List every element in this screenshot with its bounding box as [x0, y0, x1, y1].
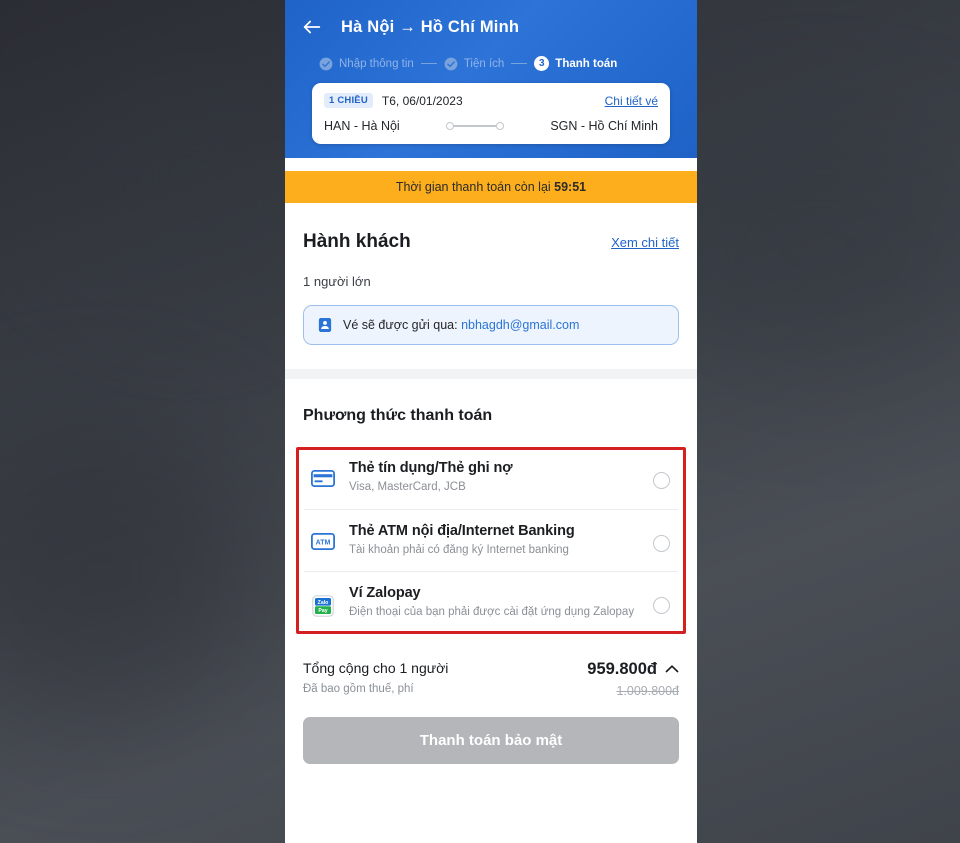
payment-option-name: Thẻ ATM nội địa/Internet Banking	[349, 522, 575, 539]
payment-option-body: Thẻ ATM nội địa/Internet Banking Tài kho…	[349, 523, 640, 559]
payment-option-radio[interactable]	[653, 472, 670, 489]
svg-text:Zalo: Zalo	[318, 600, 329, 606]
payment-option-sub: Tài khoản phải có đăng ký Internet banki…	[349, 543, 569, 556]
total-summary: Tổng cộng cho 1 người Đã bao gồm thuế, p…	[285, 634, 697, 698]
credit-card-icon	[310, 460, 336, 487]
total-sub-label: Đã bao gồm thuế, phí	[303, 682, 414, 695]
email-notice-text: Vé sẽ được gửi qua: nbhagdh@gmail.com	[343, 318, 579, 332]
total-label: Tổng cộng cho 1 người	[303, 659, 449, 676]
countdown-prefix: Thời gian thanh toán còn lại	[395, 180, 555, 194]
route-line	[454, 125, 497, 127]
total-price: 959.800đ	[587, 659, 657, 678]
flight-summary-card[interactable]: 1 CHIỀU T6, 06/01/2023 Chi tiết vé HAN -…	[312, 83, 670, 144]
total-right[interactable]: 959.800đ 1.009.800đ	[587, 660, 679, 698]
back-arrow-icon[interactable]	[301, 16, 323, 38]
submit-payment-button[interactable]: Thanh toán bảo mật	[303, 716, 679, 764]
origin-airport: HAN - Hà Nội	[324, 119, 400, 133]
trip-type-badge: 1 CHIỀU	[324, 93, 373, 108]
step-label: Nhập thông tin	[339, 57, 414, 70]
ticket-email-notice: Vé sẽ được gửi qua: nbhagdh@gmail.com	[303, 305, 679, 345]
chevron-up-icon[interactable]	[665, 664, 679, 674]
app-header: Hà Nội → Hồ Chí Minh Nhập thông tin Tiện…	[285, 0, 697, 158]
passenger-detail-link[interactable]: Xem chi tiết	[611, 235, 679, 250]
passenger-title: Hành khách	[303, 231, 411, 252]
payment-option-body: Thẻ tín dụng/Thẻ ghi nợ Visa, MasterCard…	[349, 460, 640, 496]
payment-method-section: Phương thức thanh toán Thẻ tín dụng/Thẻ …	[285, 379, 697, 634]
zalopay-logo-icon: Zalo Pay	[310, 585, 336, 617]
flight-date: T6, 06/01/2023	[381, 93, 463, 108]
step-tien-ich[interactable]: Tiện ích	[444, 57, 504, 71]
payment-countdown-banner: Thời gian thanh toán còn lại 59:51	[285, 171, 697, 203]
step-separator	[420, 62, 437, 65]
flight-card-route-row: HAN - Hà Nội SGN - Hồ Chí Minh	[324, 119, 658, 133]
svg-text:Pay: Pay	[318, 608, 327, 614]
route-connector	[400, 122, 551, 130]
background-blur-blob	[0, 420, 260, 720]
background-blur-blob	[60, 60, 320, 300]
payment-option-radio[interactable]	[653, 597, 670, 615]
payment-option-name: Ví Zalopay	[349, 585, 421, 602]
check-circle-icon	[319, 57, 333, 71]
flight-card-top-row: 1 CHIỀU T6, 06/01/2023 Chi tiết vé	[324, 93, 658, 108]
step-label: Thanh toán	[555, 57, 618, 70]
passenger-header: Hành khách Xem chi tiết	[303, 203, 679, 253]
check-circle-icon	[444, 57, 458, 71]
destination-airport: SGN - Hồ Chí Minh	[550, 119, 658, 133]
ticket-detail-link[interactable]: Chi tiết vé	[605, 94, 658, 108]
step-thanh-toan[interactable]: 3 Thanh toán	[534, 56, 617, 71]
countdown-value: 59:51	[554, 180, 587, 194]
payment-option-radio[interactable]	[653, 534, 670, 552]
payment-option-credit-card[interactable]: Thẻ tín dụng/Thẻ ghi nợ Visa, MasterCard…	[304, 447, 678, 509]
section-divider	[285, 369, 697, 379]
payment-option-body: Ví Zalopay Điện thoại của bạn phải được …	[349, 585, 640, 621]
payment-methods-highlight-wrap: Thẻ tín dụng/Thẻ ghi nợ Visa, MasterCard…	[296, 447, 686, 634]
header-top-bar: Hà Nội → Hồ Chí Minh	[301, 12, 681, 42]
payment-option-sub: Visa, MasterCard, JCB	[349, 481, 466, 493]
route-dot-destination	[496, 122, 505, 130]
payment-method-title: Phương thức thanh toán	[303, 407, 493, 424]
passenger-count: 1 người lớn	[303, 274, 371, 289]
step-number-badge: 3	[534, 56, 550, 71]
email-notice-prefix: Vé sẽ được gửi qua:	[343, 318, 462, 332]
payment-option-sub: Điện thoại của bạn phải được cài đặt ứng…	[349, 606, 635, 619]
payment-option-zalopay[interactable]: Zalo Pay Ví Zalopay Điện thoại của bạn p…	[304, 571, 678, 634]
total-price-row: 959.800đ	[587, 660, 679, 679]
payment-option-atm-internet-banking[interactable]: ATM Thẻ ATM nội địa/Internet Banking Tài…	[304, 508, 678, 572]
step-separator	[511, 62, 528, 65]
page-title: Hà Nội → Hồ Chí Minh	[341, 17, 520, 36]
payment-option-name: Thẻ tín dụng/Thẻ ghi nợ	[349, 460, 513, 476]
email-address: nbhagdh@gmail.com	[461, 318, 580, 332]
step-indicator: Nhập thông tin Tiện ích 3 Thanh toán	[301, 56, 681, 71]
total-left: Tổng cộng cho 1 người Đã bao gồm thuế, p…	[303, 660, 448, 695]
step-label: Tiện ích	[463, 57, 505, 70]
contact-card-icon	[318, 317, 332, 333]
step-nhap-thong-tin[interactable]: Nhập thông tin	[319, 57, 414, 71]
passenger-section: Hành khách Xem chi tiết 1 người lớn Vé s…	[285, 203, 697, 345]
atm-card-icon: ATM	[310, 523, 336, 550]
route-dot-origin	[446, 122, 455, 130]
svg-text:ATM: ATM	[316, 539, 331, 546]
phone-screen: Hà Nội → Hồ Chí Minh Nhập thông tin Tiện…	[285, 0, 697, 843]
payment-method-list: Thẻ tín dụng/Thẻ ghi nợ Visa, MasterCard…	[296, 447, 686, 634]
total-original-price: 1.009.800đ	[616, 683, 679, 698]
